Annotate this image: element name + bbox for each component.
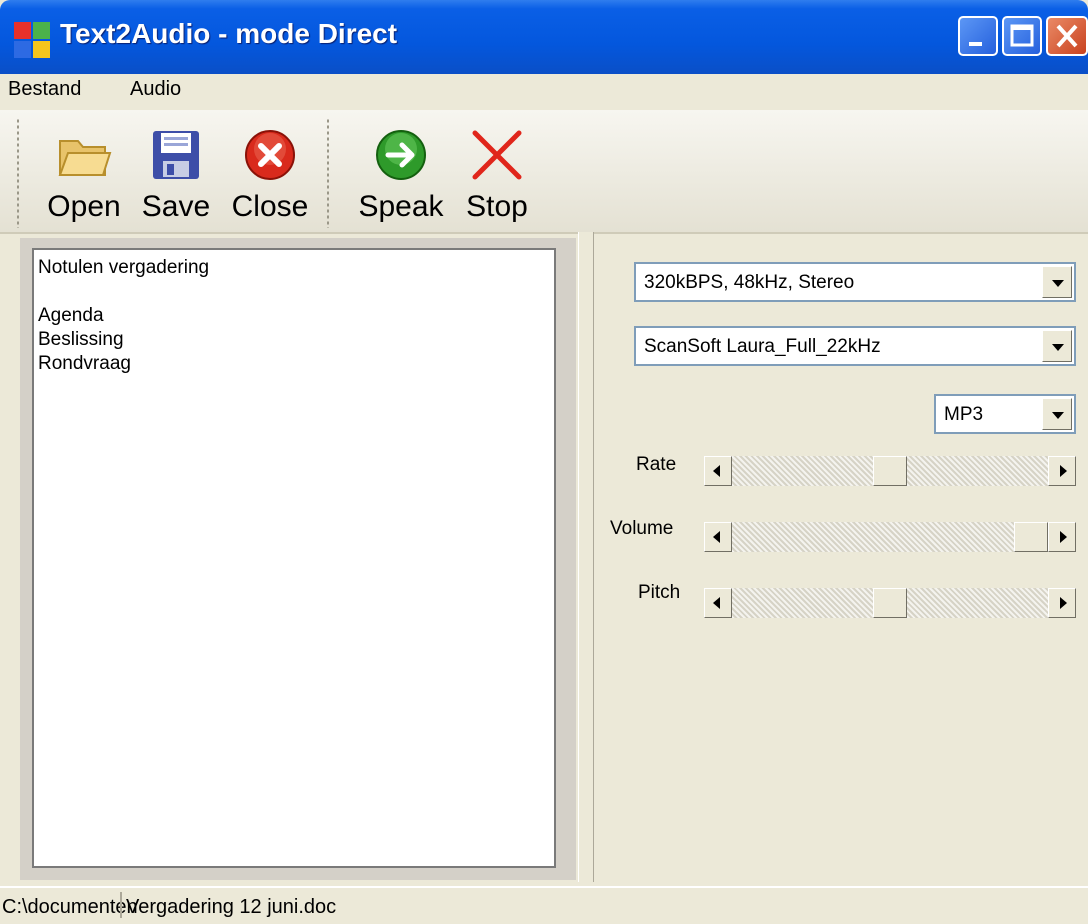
scroll-right-icon[interactable] (1048, 522, 1076, 552)
slider-track[interactable] (732, 522, 1048, 552)
floppy-disk-icon (153, 131, 199, 179)
status-file: Vergadering 12 juni.doc (126, 896, 337, 918)
editor-line: Rondvraag (38, 353, 131, 374)
scroll-left-icon[interactable] (704, 456, 732, 486)
save-label: Save (141, 190, 211, 223)
title-bar[interactable]: Text2Audio - mode Direct (0, 0, 1088, 74)
slider-thumb[interactable] (873, 588, 907, 618)
toolbar-grip[interactable] (16, 118, 20, 228)
pane-splitter[interactable] (578, 232, 594, 882)
stop-x-icon (472, 130, 522, 180)
stop-button[interactable]: Stop (458, 120, 536, 224)
rate-slider[interactable] (704, 456, 1076, 486)
slider-thumb[interactable] (873, 456, 907, 486)
close-button[interactable]: Close (228, 120, 312, 224)
app-icon (14, 22, 50, 58)
pitch-slider[interactable] (704, 588, 1076, 618)
scroll-right-icon[interactable] (1048, 456, 1076, 486)
format-value: MP3 (944, 404, 984, 425)
stop-label: Stop (466, 190, 528, 223)
minimize-icon (969, 42, 982, 46)
voice-select[interactable]: ScanSoft Laura_Full_22kHz (634, 326, 1076, 366)
close-circle-icon (245, 130, 295, 180)
pitch-label: Pitch (638, 582, 681, 603)
volume-label: Volume (610, 518, 674, 539)
slider-thumb[interactable] (1014, 522, 1048, 552)
window-title: Text2Audio - mode Direct (60, 18, 398, 49)
rate-label: Rate (636, 454, 677, 475)
chevron-down-icon[interactable] (1042, 398, 1072, 430)
close-label: Close (231, 190, 309, 223)
minimize-button[interactable] (958, 16, 998, 56)
open-button[interactable]: Open (38, 120, 130, 224)
editor-line: Notulen vergadering (38, 257, 210, 278)
menu-bestand[interactable]: Bestand (8, 78, 81, 101)
folder-icon (58, 140, 112, 176)
maximize-icon (1010, 24, 1034, 47)
maximize-button[interactable] (1002, 16, 1042, 56)
chevron-down-icon[interactable] (1042, 330, 1072, 362)
speak-label: Speak (358, 190, 444, 223)
arrow-right-circle-icon (376, 130, 426, 180)
quality-value: 320kBPS, 48kHz, Stereo (644, 272, 855, 293)
editor-line: Agenda (38, 305, 104, 326)
scroll-right-icon[interactable] (1048, 588, 1076, 618)
save-button[interactable]: Save (136, 120, 216, 224)
quality-select[interactable]: 320kBPS, 48kHz, Stereo (634, 262, 1076, 302)
menu-audio[interactable]: Audio (130, 78, 181, 101)
toolbar-grip-2[interactable] (326, 118, 330, 228)
menu-bar: Bestand Audio (0, 74, 1088, 108)
chevron-down-icon[interactable] (1042, 266, 1072, 298)
scroll-left-icon[interactable] (704, 588, 732, 618)
speak-button[interactable]: Speak (350, 120, 452, 224)
volume-slider[interactable] (704, 522, 1076, 552)
status-divider (120, 892, 122, 918)
status-path: C:\documenten (2, 896, 138, 918)
format-select[interactable]: MP3 (934, 394, 1076, 434)
scroll-left-icon[interactable] (704, 522, 732, 552)
open-label: Open (47, 190, 121, 223)
status-bar: C:\documenten Vergadering 12 juni.doc (0, 886, 1088, 924)
toolbar: Open Save Close Speak Stop (0, 110, 1088, 234)
editor-line: Beslissing (38, 329, 124, 350)
close-window-icon (1056, 24, 1078, 48)
editor-pane: Notulen vergadering Agenda Beslissing Ro… (20, 238, 576, 880)
text-editor[interactable]: Notulen vergadering Agenda Beslissing Ro… (32, 248, 556, 868)
close-window-button[interactable] (1046, 16, 1088, 56)
voice-value: ScanSoft Laura_Full_22kHz (644, 336, 881, 357)
